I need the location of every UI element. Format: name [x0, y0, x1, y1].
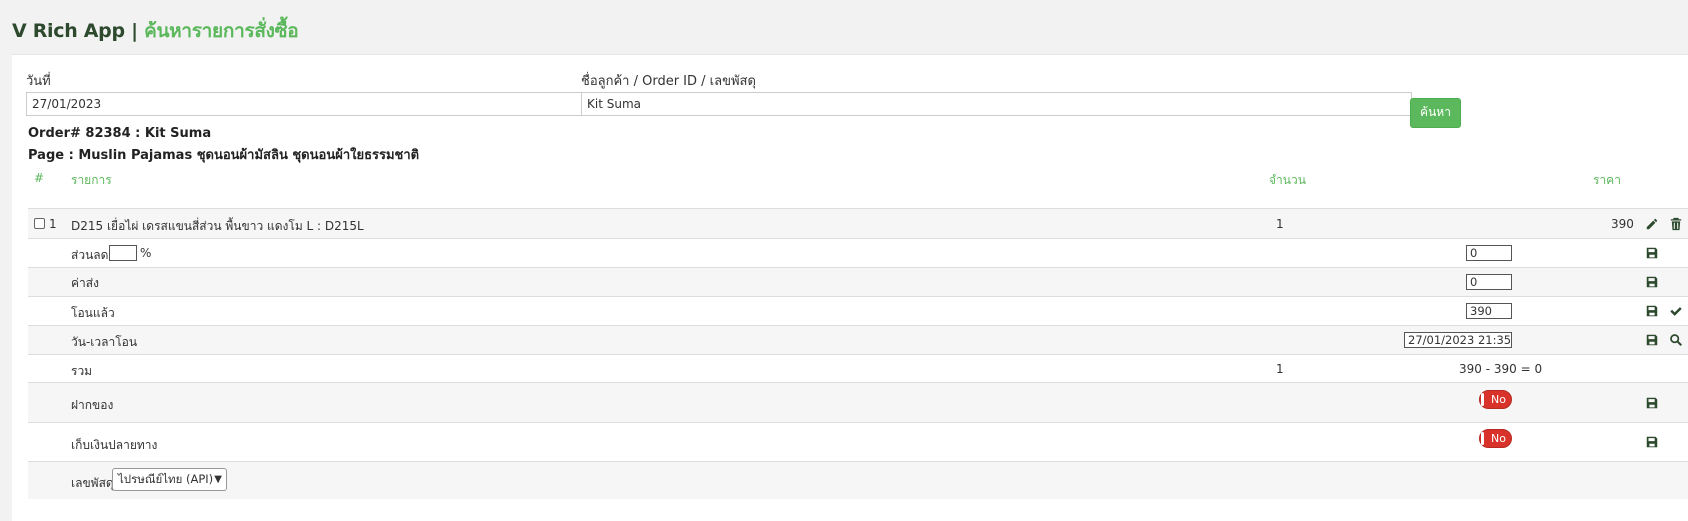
- total-label: รวม: [71, 364, 93, 378]
- page-title: V Rich App | ค้นหารายการสั่งซื้อ: [12, 16, 299, 46]
- save-icon[interactable]: [1645, 333, 1659, 347]
- cod-label: เก็บเงินปลายทาง: [71, 438, 158, 452]
- order-search-card: วันที่ 27/01/2023 ชื่อลูกค้า / Order ID …: [12, 54, 1688, 521]
- deposit-row: ฝากของ No: [28, 382, 1688, 423]
- tracking-label: เลขพัสดุ: [71, 476, 114, 490]
- save-icon[interactable]: [1645, 304, 1659, 318]
- table-row: 1 D215 เยื่อไผ่ เดรสแขนสี่ส่วน พื้นขาว แ…: [28, 208, 1688, 239]
- date-label: วันที่: [26, 74, 51, 89]
- page-subtitle: ค้นหารายการสั่งซื้อ: [144, 20, 299, 42]
- search-icon[interactable]: [1669, 333, 1683, 347]
- item-checkbox[interactable]: [34, 218, 45, 229]
- date-input[interactable]: 27/01/2023: [26, 92, 582, 116]
- discount-row: ส่วนลด % 0: [28, 238, 1688, 268]
- total-balance: 390 - 390 = 0: [1459, 362, 1543, 376]
- cod-toggle-text: No: [1491, 432, 1506, 445]
- page-header: V Rich App | ค้นหารายการสั่งซื้อ: [0, 0, 1688, 56]
- cod-toggle[interactable]: No: [1479, 429, 1512, 448]
- check-icon[interactable]: [1669, 304, 1683, 318]
- col-header-number: #: [34, 171, 45, 185]
- item-qty: 1: [1276, 217, 1284, 231]
- discount-percent-unit: %: [140, 246, 152, 260]
- title-separator: |: [131, 20, 138, 42]
- transferred-input[interactable]: 390: [1466, 303, 1512, 319]
- cod-row: เก็บเงินปลายทาง No: [28, 422, 1688, 462]
- save-icon[interactable]: [1645, 396, 1659, 410]
- carrier-select[interactable]: ไปรษณีย์ไทย (API) ▼: [112, 468, 227, 491]
- total-row: รวม 1 390 - 390 = 0: [28, 354, 1688, 383]
- shipping-label: ค่าส่ง: [71, 276, 99, 290]
- save-icon[interactable]: [1645, 275, 1659, 289]
- transfer-time-label: วัน-เวลาโอน: [71, 335, 138, 349]
- order-page-line: Page : Muslin Pajamas ชุดนอนผ้ามัสลิน ชุ…: [28, 148, 420, 163]
- deposit-label: ฝากของ: [71, 398, 114, 412]
- transferred-row: โอนแล้ว 390: [28, 296, 1688, 326]
- col-header-price: ราคา: [1593, 173, 1621, 187]
- discount-percent-input[interactable]: [109, 245, 137, 261]
- discount-amount-input[interactable]: 0: [1466, 245, 1512, 261]
- shipping-row: ค่าส่ง 0: [28, 267, 1688, 297]
- item-price: 390: [1611, 217, 1634, 231]
- carrier-select-value: ไปรษณีย์ไทย (API): [118, 472, 214, 486]
- query-label: ชื่อลูกค้า / Order ID / เลขพัสดุ: [581, 74, 756, 89]
- search-button[interactable]: ค้นหา: [1410, 98, 1461, 128]
- save-icon[interactable]: [1645, 435, 1659, 449]
- chevron-down-icon: ▼: [214, 474, 222, 485]
- search-input[interactable]: Kit Suma: [581, 92, 1412, 116]
- transferred-label: โอนแล้ว: [71, 306, 115, 320]
- item-name: D215 เยื่อไผ่ เดรสแขนสี่ส่วน พื้นขาว แดง…: [71, 219, 364, 233]
- transfer-time-input[interactable]: 27/01/2023 21:35: [1404, 332, 1512, 348]
- deposit-toggle-text: No: [1491, 393, 1506, 406]
- total-qty: 1: [1276, 362, 1284, 376]
- tracking-row: เลขพัสดุ ไปรษณีย์ไทย (API) ▼: [28, 461, 1688, 499]
- shipping-input[interactable]: 0: [1466, 274, 1512, 290]
- save-icon[interactable]: [1645, 246, 1659, 260]
- transfer-time-row: วัน-เวลาโอน 27/01/2023 21:35: [28, 325, 1688, 355]
- pencil-icon[interactable]: [1645, 217, 1659, 231]
- col-header-qty: จำนวน: [1269, 173, 1306, 187]
- app-name: V Rich App: [12, 20, 125, 42]
- order-id-line: Order# 82384 : Kit Suma: [28, 126, 212, 141]
- col-header-item: รายการ: [71, 173, 112, 187]
- deposit-toggle[interactable]: No: [1479, 390, 1512, 409]
- trash-icon[interactable]: [1669, 217, 1683, 231]
- discount-label: ส่วนลด: [71, 248, 109, 262]
- item-number: 1: [49, 217, 57, 231]
